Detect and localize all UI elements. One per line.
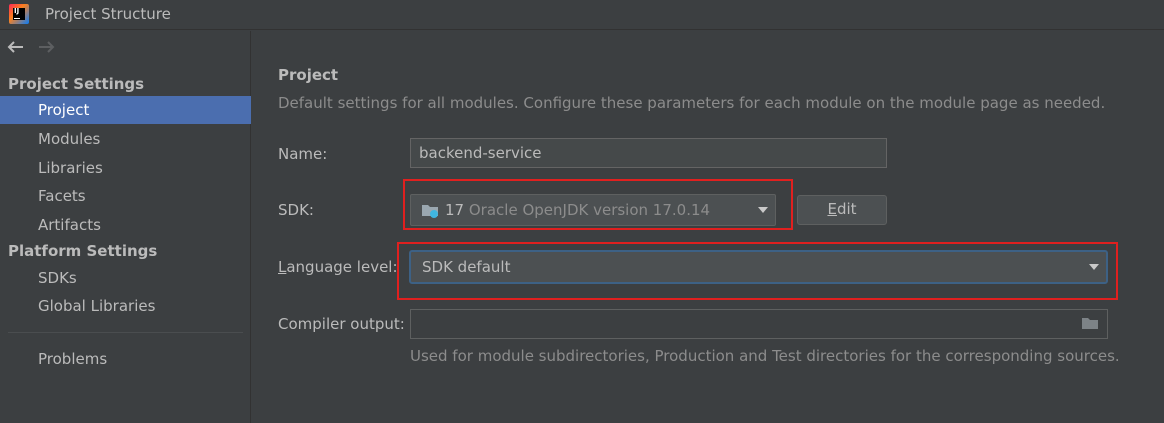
chevron-down-icon [1089,264,1099,270]
sidebar: Project Settings Project Modules Librari… [0,31,251,423]
back-arrow-icon[interactable] [5,37,27,57]
project-settings-header: Project Settings [8,75,145,93]
compiler-output-input[interactable] [410,309,1108,339]
main-content: Project Default settings for all modules… [252,31,1164,423]
sidebar-item-libraries[interactable]: Libraries [0,154,251,182]
sidebar-item-project[interactable]: Project [0,96,251,124]
sidebar-item-sdks[interactable]: SDKs [0,264,251,292]
page-description: Default settings for all modules. Config… [278,94,1106,112]
folder-browse-icon[interactable] [1081,316,1099,330]
sidebar-divider [8,332,243,333]
sdk-folder-icon [421,202,439,218]
title-bar: IJ Project Structure [0,0,1164,30]
sidebar-item-global-libraries[interactable]: Global Libraries [0,292,251,320]
sidebar-item-facets[interactable]: Facets [0,182,251,210]
sidebar-item-problems[interactable]: Problems [0,345,251,373]
window-title: Project Structure [45,5,171,23]
sdk-label: SDK: [278,201,314,219]
platform-settings-header: Platform Settings [8,242,158,260]
sdk-version: 17 [445,201,465,219]
intellij-logo-icon: IJ [9,4,29,24]
edit-button[interactable]: Edit [797,195,887,225]
name-label: Name: [278,145,328,163]
forward-arrow-icon[interactable] [35,37,57,57]
sidebar-item-artifacts[interactable]: Artifacts [0,211,251,239]
sdk-name: Oracle OpenJDK version 17.0.14 [468,201,711,219]
language-level-value: SDK default [422,258,511,276]
sidebar-item-modules[interactable]: Modules [0,125,251,153]
compiler-output-hint: Used for module subdirectories, Producti… [410,347,1120,365]
language-level-label: Language level: [278,258,398,276]
name-input[interactable]: backend-service [410,138,887,168]
sdk-dropdown[interactable]: 17 Oracle OpenJDK version 17.0.14 [410,194,776,226]
page-title: Project [278,66,339,84]
chevron-down-icon [758,207,768,213]
language-level-dropdown[interactable]: SDK default [409,250,1108,284]
compiler-output-label: Compiler output: [278,315,405,333]
